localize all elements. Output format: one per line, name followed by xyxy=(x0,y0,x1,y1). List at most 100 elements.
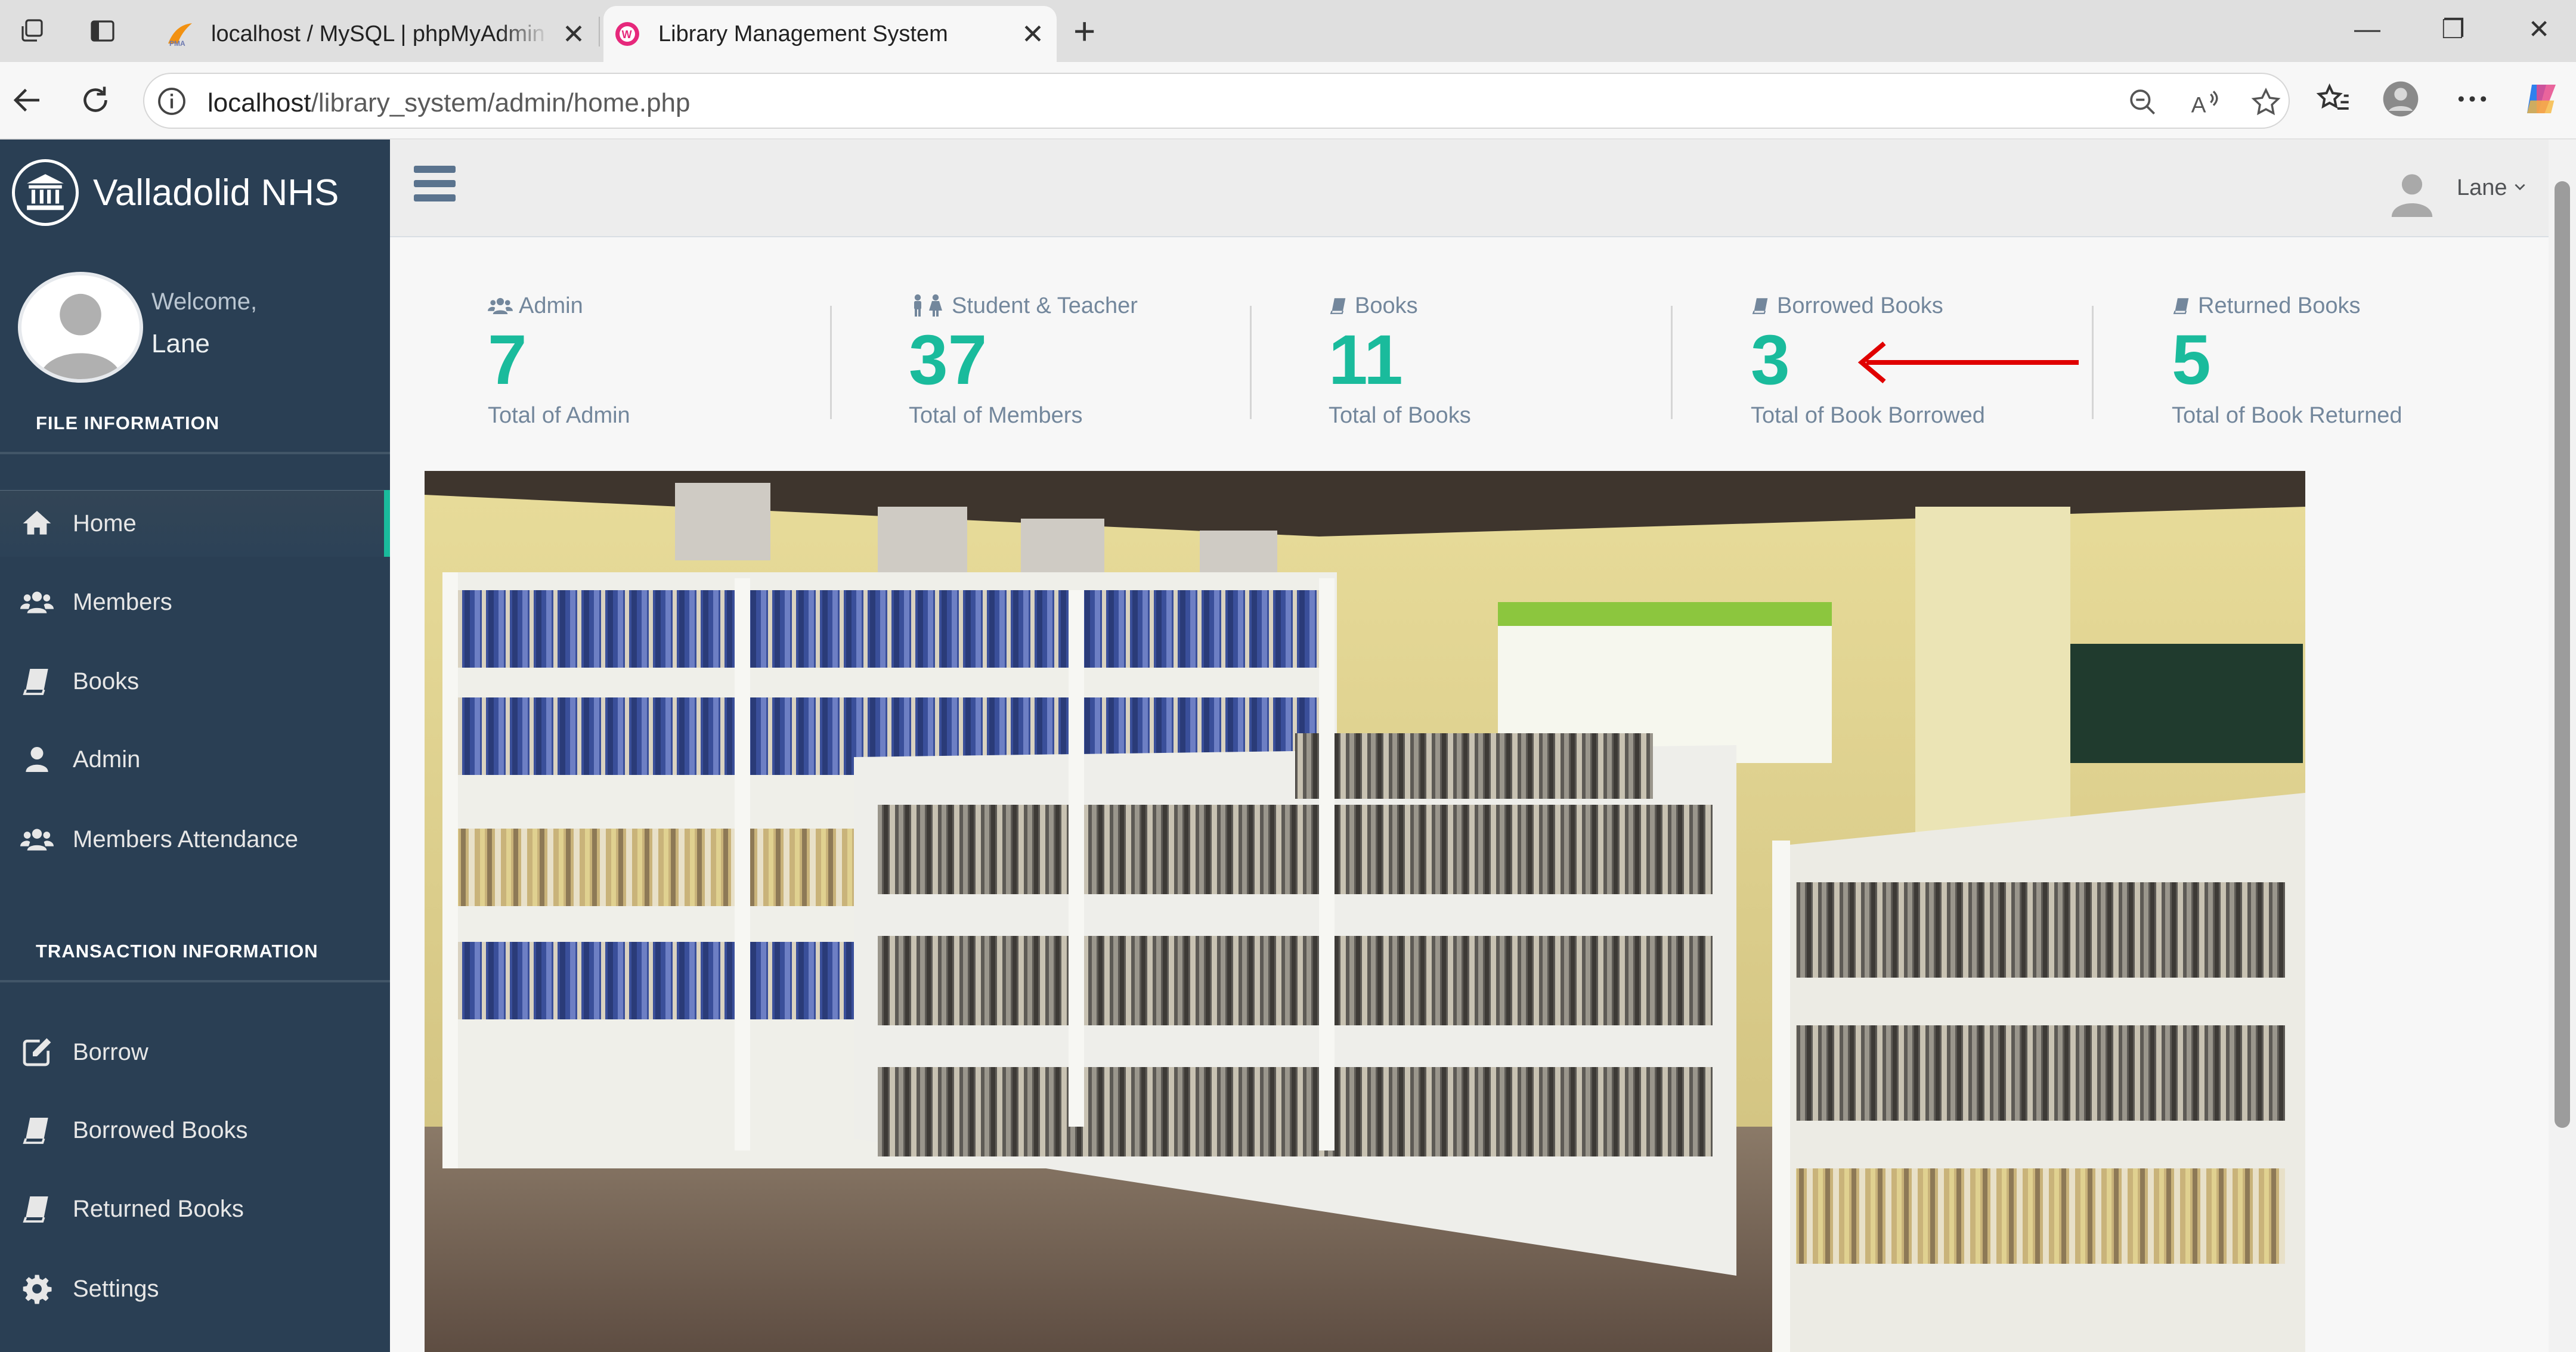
stat-divider xyxy=(830,306,832,419)
stat-admin: Admin 7 Total of Admin xyxy=(488,291,905,429)
sidebar-item-label: Home xyxy=(73,510,137,537)
url-text[interactable]: localhost/library_system/admin/home.php xyxy=(208,88,691,118)
site-info-icon[interactable] xyxy=(155,85,188,118)
stat-divider xyxy=(2092,306,2094,419)
book-icon xyxy=(23,1196,48,1223)
favorites-icon[interactable] xyxy=(2314,80,2352,118)
users-icon xyxy=(488,297,513,314)
new-tab-button[interactable]: + xyxy=(1073,12,1095,50)
book-icon xyxy=(2173,298,2189,314)
library-photo xyxy=(425,471,2305,1352)
stat-label: Student & Teacher xyxy=(952,293,1138,318)
sidebar-item-label: Members Attendance xyxy=(73,826,298,852)
sidebar-item-books[interactable]: Books xyxy=(0,648,390,715)
sidebar-item-label: Members xyxy=(73,588,172,615)
stat-subtitle: Total of Books xyxy=(1329,403,1471,428)
read-aloud-icon[interactable]: A xyxy=(2188,86,2222,119)
sidebar-item-admin[interactable]: Admin xyxy=(0,726,390,793)
welcome-user-name: Lane xyxy=(151,329,210,358)
phpmyadmin-favicon-icon: PMA xyxy=(168,23,192,48)
more-options-icon[interactable] xyxy=(2453,80,2491,118)
stats-row: Admin 7 Total of Admin Student & Teacher… xyxy=(390,237,2549,470)
browser-toolbar: localhost/library_system/admin/home.php … xyxy=(0,62,2576,139)
tab-close-icon[interactable]: ✕ xyxy=(550,18,597,50)
stat-returned-books: Returned Books 5 Total of Book Returned xyxy=(2172,291,2576,429)
sidebar-item-settings[interactable]: Settings xyxy=(0,1255,390,1322)
home-icon xyxy=(23,511,51,535)
stat-label: Admin xyxy=(519,293,583,318)
chevron-down-icon xyxy=(2515,184,2525,191)
address-bar[interactable]: localhost/library_system/admin/home.php … xyxy=(143,73,2290,129)
stat-books: Books 11 Total of Books xyxy=(1329,291,1746,429)
workspaces-icon[interactable] xyxy=(18,17,47,45)
top-navigation: Lane xyxy=(390,139,2549,237)
male-female-icon xyxy=(914,294,942,317)
profile-avatar xyxy=(18,272,143,383)
url-path: /library_system/admin/home.php xyxy=(311,88,691,117)
url-host: localhost xyxy=(208,88,311,117)
stat-subtitle: Total of Book Borrowed xyxy=(1751,403,1985,428)
brand-name: Valladolid NHS xyxy=(93,172,339,213)
edit-icon xyxy=(23,1038,51,1066)
refresh-icon[interactable] xyxy=(78,82,113,118)
svg-text:W: W xyxy=(622,29,632,41)
stat-header: Admin xyxy=(488,291,905,321)
stat-header: Student & Teacher xyxy=(909,291,1326,321)
sidebar-item-home[interactable]: Home xyxy=(0,490,390,557)
book-icon xyxy=(23,1118,48,1144)
user-menu-dropdown[interactable]: Lane xyxy=(2457,175,2528,201)
book-icon xyxy=(1752,298,1768,314)
stat-header: Books xyxy=(1329,291,1746,321)
user-avatar-icon[interactable] xyxy=(2388,168,2436,217)
wamp-favicon-icon: W xyxy=(615,22,639,46)
users-icon xyxy=(20,591,54,613)
tab-library-management[interactable]: W Library Management System ✕ xyxy=(603,6,1057,62)
stat-count: 7 xyxy=(488,321,527,399)
stat-subtitle: Total of Members xyxy=(909,403,1083,428)
stat-label: Borrowed Books xyxy=(1777,293,1943,318)
book-icon xyxy=(1330,298,1346,314)
institution-icon xyxy=(12,159,79,226)
copilot-icon[interactable] xyxy=(2522,80,2560,118)
vertical-tabs-icon[interactable] xyxy=(88,17,117,45)
favorite-star-icon[interactable] xyxy=(2249,86,2283,119)
section-divider xyxy=(0,980,390,982)
page-scrollbar[interactable] xyxy=(2549,139,2576,1352)
annotation-arrow-icon xyxy=(1857,341,2079,384)
brand[interactable]: Valladolid NHS xyxy=(12,159,339,226)
profile-icon[interactable] xyxy=(2382,80,2420,118)
sidebar-item-label: Admin xyxy=(73,746,141,773)
svg-text:A: A xyxy=(2191,92,2206,117)
minimize-button[interactable]: — xyxy=(2349,14,2385,44)
tab-phpmyadmin[interactable]: PMA localhost / MySQL | phpMyAdmin ✕ xyxy=(156,6,597,62)
svg-text:PMA: PMA xyxy=(169,39,185,48)
sidebar-item-label: Returned Books xyxy=(73,1195,244,1222)
zoom-out-icon[interactable] xyxy=(2126,86,2160,119)
restore-button[interactable]: ❐ xyxy=(2435,14,2471,45)
section-divider xyxy=(0,452,390,454)
stat-subtitle: Total of Admin xyxy=(488,403,630,428)
back-icon[interactable] xyxy=(10,82,45,118)
sidebar-item-returned-books[interactable]: Returned Books xyxy=(0,1176,390,1242)
stat-label: Returned Books xyxy=(2198,293,2361,318)
book-icon xyxy=(23,669,48,695)
sidebar-item-label: Settings xyxy=(73,1275,159,1302)
sidebar-item-borrowed-books[interactable]: Borrowed Books xyxy=(0,1097,390,1164)
welcome-text: Welcome, xyxy=(151,289,258,315)
stat-subtitle: Total of Book Returned xyxy=(2172,403,2402,428)
sidebar-item-members-attendance[interactable]: Members Attendance xyxy=(0,806,390,873)
sidebar-item-label: Books xyxy=(73,668,140,694)
stat-label: Books xyxy=(1355,293,1418,318)
menu-toggle-icon[interactable] xyxy=(414,166,456,203)
user-icon xyxy=(26,747,48,772)
stat-count: 5 xyxy=(2172,321,2211,399)
window-close-button[interactable]: ✕ xyxy=(2521,14,2557,45)
tab-close-icon[interactable]: ✕ xyxy=(1009,18,1057,50)
sidebar-item-borrow[interactable]: Borrow xyxy=(0,1019,390,1086)
scrollbar-thumb[interactable] xyxy=(2555,181,2570,1128)
gear-icon xyxy=(23,1275,52,1304)
stat-header: Borrowed Books xyxy=(1751,291,2168,321)
tab-divider xyxy=(599,17,600,46)
tab-title: Library Management System xyxy=(658,21,948,46)
sidebar-item-members[interactable]: Members xyxy=(0,569,390,635)
